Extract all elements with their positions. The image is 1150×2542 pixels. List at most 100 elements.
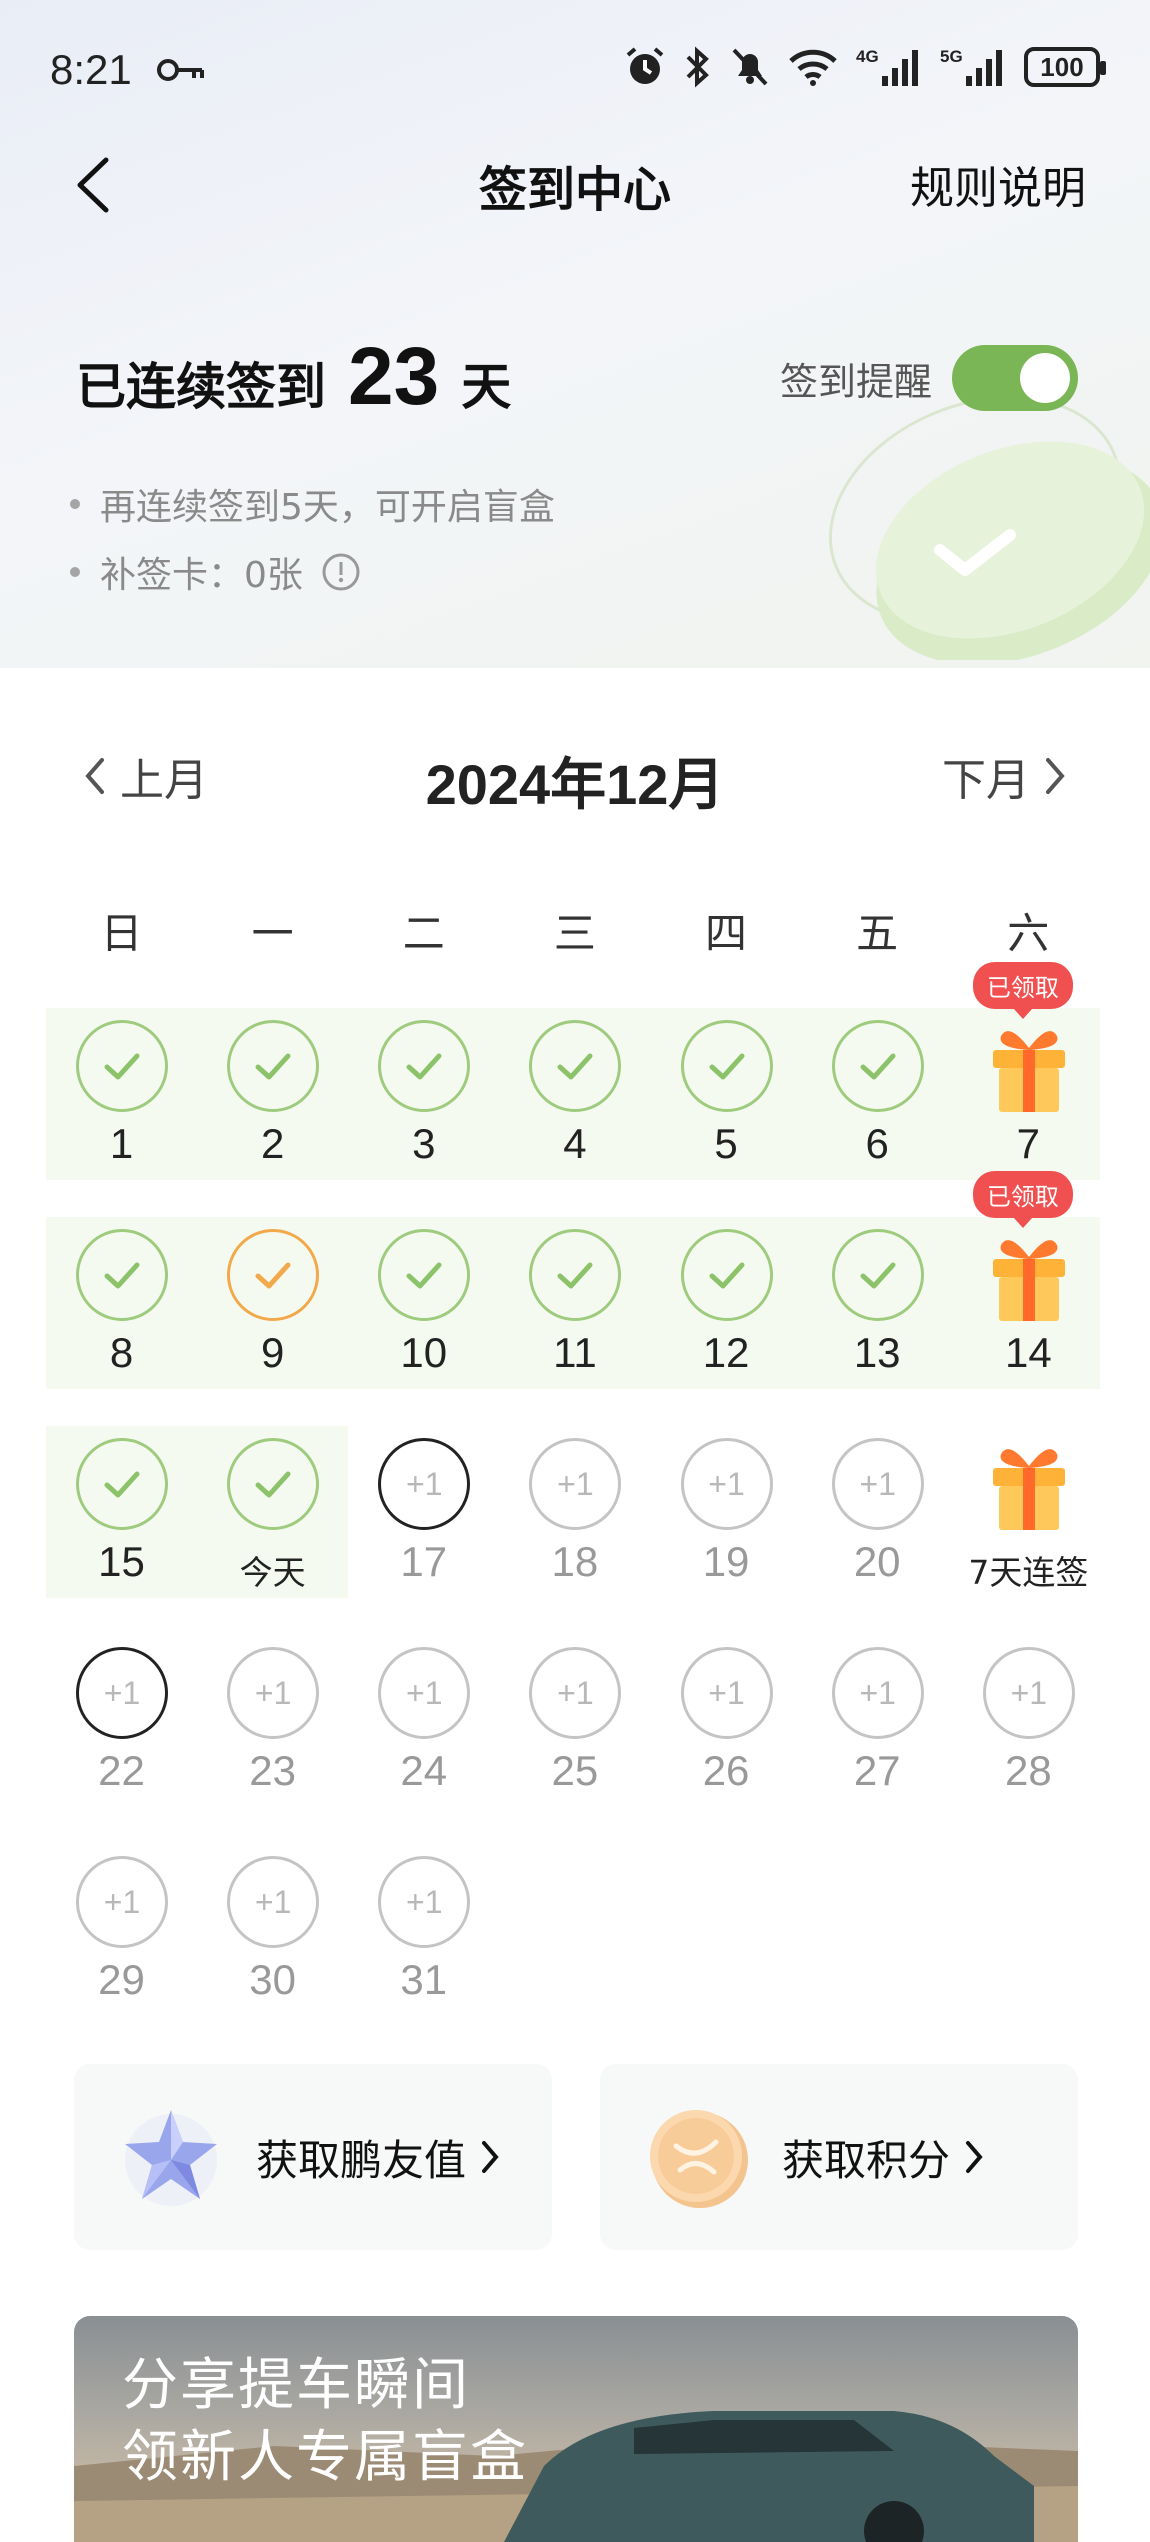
day-status-circle: +1 — [227, 1856, 320, 1948]
day-status-circle — [227, 1020, 320, 1112]
calendar-day[interactable]: 1 — [46, 1020, 197, 1200]
check-icon — [557, 1262, 593, 1289]
battery-indicator: 100 — [1024, 47, 1106, 87]
calendar-day[interactable]: 4 — [499, 1020, 650, 1200]
calendar-day[interactable]: 13 — [802, 1229, 953, 1409]
calendar-day[interactable]: 15 — [46, 1438, 197, 1618]
check-icon — [104, 1471, 140, 1498]
tip-blind-box-text: 再连续签到5天，可开启盲盒 — [100, 487, 555, 528]
reminder-toggle[interactable] — [952, 345, 1078, 411]
banner-line-1: 分享提车瞬间 — [122, 2353, 470, 2418]
day-status-circle — [529, 1229, 622, 1321]
calendar-day[interactable]: +1 29 — [46, 1856, 197, 2036]
chevron-right-icon — [482, 2141, 499, 2173]
calendar-day[interactable]: 7天连签 — [953, 1438, 1104, 1618]
day-label: 27 — [853, 1747, 901, 1794]
calendar-day[interactable]: 6 — [802, 1020, 953, 1200]
weekday-mon: 一 — [251, 909, 294, 958]
calendar-day[interactable]: 5 — [651, 1020, 802, 1200]
calendar-day[interactable]: 9 — [197, 1229, 348, 1409]
streak-prefix: 已连续签到 — [76, 358, 326, 416]
get-points-label: 获取积分 — [782, 2135, 951, 2185]
day-label: 30 — [249, 1956, 296, 2003]
weekday-sat: 六 — [1007, 909, 1050, 958]
plus-one-label: +1 — [557, 1674, 594, 1711]
day-label: 13 — [853, 1329, 901, 1376]
day-label: 7 — [1016, 1120, 1040, 1167]
calendar-day[interactable]: +1 18 — [499, 1438, 650, 1618]
gold-coin-icon — [650, 2110, 748, 2208]
calendar-day[interactable]: +1 19 — [651, 1438, 802, 1618]
calendar-day[interactable]: 已领取 14 — [953, 1171, 1104, 1409]
day-status-circle: +1 — [831, 1647, 924, 1739]
crystal-star-icon — [125, 2110, 217, 2206]
plus-one-label: +1 — [859, 1674, 896, 1711]
calendar-day[interactable]: 今天 — [197, 1438, 348, 1618]
calendar-day[interactable]: 2 — [197, 1020, 348, 1200]
day-label: 28 — [1004, 1747, 1052, 1794]
day-label: 31 — [400, 1956, 448, 2003]
calendar-day[interactable]: +1 28 — [953, 1647, 1104, 1827]
gift-box-icon — [992, 1449, 1065, 1530]
day-status-circle — [680, 1020, 773, 1112]
next-month-button[interactable]: 下月 — [942, 744, 1066, 808]
mute-bell-icon — [732, 48, 768, 86]
day-label: 今天 — [239, 1553, 306, 1592]
calendar-day[interactable]: +1 27 — [802, 1647, 953, 1827]
next-month-label: 下月 — [942, 755, 1030, 806]
calendar-day[interactable]: 12 — [651, 1229, 802, 1409]
plus-one-label: +1 — [254, 1674, 292, 1711]
day-status-circle: +1 — [680, 1647, 773, 1739]
vpn-key-icon — [157, 59, 204, 81]
tip-makeup-card-text: 补签卡：0张 — [100, 555, 303, 596]
day-label: 9 — [260, 1329, 285, 1376]
month-navigation: 上月 2024年12月 下月 — [0, 740, 1150, 820]
day-status-circle: +1 — [680, 1438, 773, 1530]
status-time: 8:21 — [50, 46, 132, 93]
day-label: 12 — [702, 1329, 750, 1376]
calendar-day[interactable]: +1 17 — [348, 1438, 499, 1618]
calendar-day[interactable]: +1 30 — [197, 1856, 348, 2036]
check-icon — [557, 1053, 593, 1080]
calendar-day[interactable]: 3 — [348, 1020, 499, 1200]
share-delivery-banner[interactable]: 分享提车瞬间 领新人专属盲盒 — [74, 2316, 1078, 2542]
day-status-circle: +1 — [529, 1647, 622, 1739]
checkin-reminder: 签到提醒 — [780, 345, 1078, 411]
check-icon — [709, 1053, 745, 1080]
svg-text:5G: 5G — [940, 47, 963, 66]
check-icon — [255, 1053, 291, 1080]
banner-line-2: 领新人专属盲盒 — [122, 2425, 528, 2490]
calendar-day[interactable]: +1 31 — [348, 1856, 499, 2036]
chevron-right-icon — [966, 2141, 983, 2173]
chevron-right-icon — [1046, 758, 1065, 794]
calendar-day[interactable]: 11 — [499, 1229, 650, 1409]
check-icon — [406, 1262, 442, 1289]
calendar-day[interactable]: +1 23 — [197, 1647, 348, 1827]
day-label: 5 — [714, 1120, 738, 1167]
calendar-day[interactable]: 10 — [348, 1229, 499, 1409]
calendar-day[interactable]: +1 26 — [651, 1647, 802, 1827]
calendar-day[interactable]: 8 — [46, 1229, 197, 1409]
get-friend-points-card[interactable]: 获取鹏友值 — [74, 2064, 552, 2250]
calendar-day[interactable]: +1 25 — [499, 1647, 650, 1827]
gift-box-icon — [992, 1031, 1065, 1112]
day-label: 25 — [551, 1747, 599, 1794]
day-label: 18 — [551, 1538, 599, 1585]
calendar-day[interactable]: +1 22 — [46, 1647, 197, 1827]
calendar-day[interactable]: +1 24 — [348, 1647, 499, 1827]
calendar-day[interactable]: +1 20 — [802, 1438, 953, 1618]
bullet-dot — [70, 499, 80, 509]
day-label: 29 — [98, 1956, 145, 2003]
day-label: 14 — [1004, 1329, 1052, 1376]
plus-one-label: +1 — [254, 1883, 292, 1920]
day-label: 4 — [563, 1120, 587, 1167]
claimed-badge: 已领取 — [972, 1171, 1073, 1228]
rules-link[interactable]: 规则说明 — [910, 152, 1086, 216]
day-status-circle — [831, 1229, 924, 1321]
info-icon[interactable] — [321, 552, 361, 592]
check-icon — [104, 1053, 140, 1080]
bullet-dot — [70, 567, 80, 577]
check-icon — [860, 1053, 896, 1080]
check-icon — [709, 1262, 745, 1289]
get-points-card[interactable]: 获取积分 — [600, 2064, 1078, 2250]
